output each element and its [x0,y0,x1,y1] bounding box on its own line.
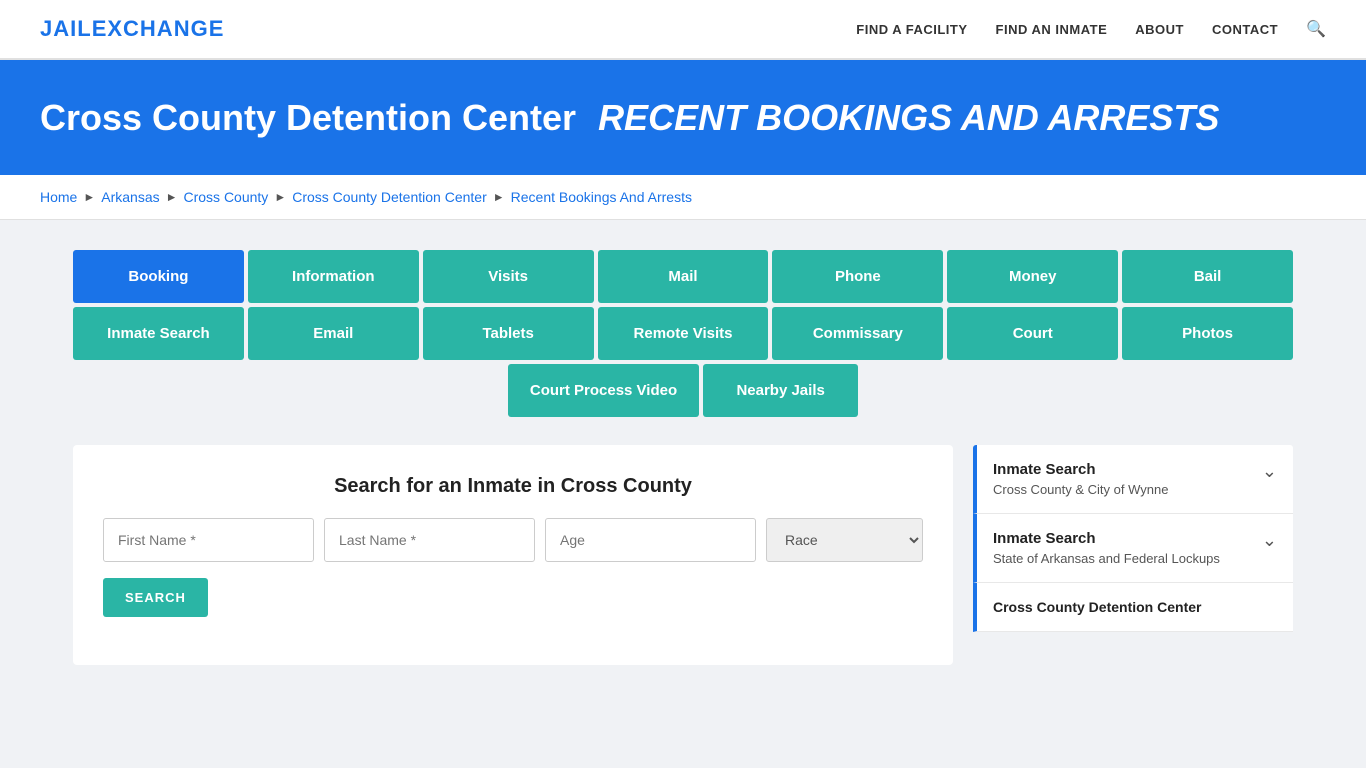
tab-remote-visits[interactable]: Remote Visits [598,307,769,360]
sidebar-item-sub-1: Cross County & City of Wynne [993,482,1168,497]
sidebar-item-heading-2: Inmate Search [993,530,1220,547]
hero-title: Cross County Detention Center RECENT BOO… [40,96,1326,139]
logo-part2: EXCHANGE [92,16,225,41]
tabs-container: Booking Information Visits Mail Phone Mo… [73,250,1293,417]
hero-section: Cross County Detention Center RECENT BOO… [0,60,1366,175]
tab-information[interactable]: Information [248,250,419,303]
tab-visits[interactable]: Visits [423,250,594,303]
nav-contact[interactable]: CONTACT [1212,22,1278,37]
race-select[interactable]: Race White Black Hispanic Asian Other [766,518,923,562]
sidebar-item-inmate-search-local[interactable]: Inmate Search Cross County & City of Wyn… [973,445,1293,514]
tab-court-process-video[interactable]: Court Process Video [508,364,699,417]
breadcrumb-sep-4: ► [493,190,505,204]
breadcrumb-arkansas[interactable]: Arkansas [101,189,159,205]
breadcrumb-detention-center[interactable]: Cross County Detention Center [292,189,487,205]
logo[interactable]: JAILEXCHANGE [40,16,224,42]
search-panel: Search for an Inmate in Cross County Rac… [73,445,953,665]
hero-title-normal: Cross County Detention Center [40,97,576,138]
main-nav: FIND A FACILITY FIND AN INMATE ABOUT CON… [856,19,1326,39]
tabs-row-2: Inmate Search Email Tablets Remote Visit… [73,307,1293,360]
tab-mail[interactable]: Mail [598,250,769,303]
sidebar-item-plain-label: Cross County Detention Center [993,599,1277,615]
search-fields: Race White Black Hispanic Asian Other [103,518,923,562]
last-name-input[interactable] [324,518,535,562]
breadcrumb-sep-1: ► [83,190,95,204]
breadcrumb-sep-3: ► [274,190,286,204]
nav-find-inmate[interactable]: FIND AN INMATE [996,22,1108,37]
chevron-down-icon-1: ⌄ [1262,461,1277,482]
content-area: Search for an Inmate in Cross County Rac… [73,445,1293,665]
sidebar: Inmate Search Cross County & City of Wyn… [973,445,1293,632]
breadcrumb-cross-county[interactable]: Cross County [184,189,269,205]
tab-tablets[interactable]: Tablets [423,307,594,360]
nav-about[interactable]: ABOUT [1135,22,1184,37]
sidebar-item-heading-1: Inmate Search [993,461,1168,478]
tab-phone[interactable]: Phone [772,250,943,303]
sidebar-item-detention-center[interactable]: Cross County Detention Center [973,583,1293,632]
tab-court[interactable]: Court [947,307,1118,360]
breadcrumb-sep-2: ► [166,190,178,204]
hero-title-italic: RECENT BOOKINGS AND ARRESTS [598,97,1219,138]
breadcrumb-home[interactable]: Home [40,189,77,205]
tab-inmate-search[interactable]: Inmate Search [73,307,244,360]
tab-booking[interactable]: Booking [73,250,244,303]
search-button[interactable]: SEARCH [103,578,208,617]
search-panel-title: Search for an Inmate in Cross County [103,475,923,498]
search-icon[interactable]: 🔍 [1306,19,1326,39]
nav-find-facility[interactable]: FIND A FACILITY [856,22,967,37]
tabs-row-3: Court Process Video Nearby Jails [73,364,1293,417]
tab-email[interactable]: Email [248,307,419,360]
breadcrumb-recent: Recent Bookings And Arrests [511,189,692,205]
tab-commissary[interactable]: Commissary [772,307,943,360]
logo-part1: JAIL [40,16,92,41]
chevron-down-icon-2: ⌄ [1262,530,1277,551]
age-input[interactable] [545,518,756,562]
sidebar-item-sub-2: State of Arkansas and Federal Lockups [993,551,1220,566]
main-content: Booking Information Visits Mail Phone Mo… [33,220,1333,695]
tabs-row-1: Booking Information Visits Mail Phone Mo… [73,250,1293,303]
tab-photos[interactable]: Photos [1122,307,1293,360]
tab-nearby-jails[interactable]: Nearby Jails [703,364,858,417]
breadcrumb-section: Home ► Arkansas ► Cross County ► Cross C… [0,175,1366,220]
header: JAILEXCHANGE FIND A FACILITY FIND AN INM… [0,0,1366,60]
breadcrumb: Home ► Arkansas ► Cross County ► Cross C… [40,189,1326,205]
tab-bail[interactable]: Bail [1122,250,1293,303]
tab-money[interactable]: Money [947,250,1118,303]
sidebar-item-inmate-search-state[interactable]: Inmate Search State of Arkansas and Fede… [973,514,1293,583]
first-name-input[interactable] [103,518,314,562]
